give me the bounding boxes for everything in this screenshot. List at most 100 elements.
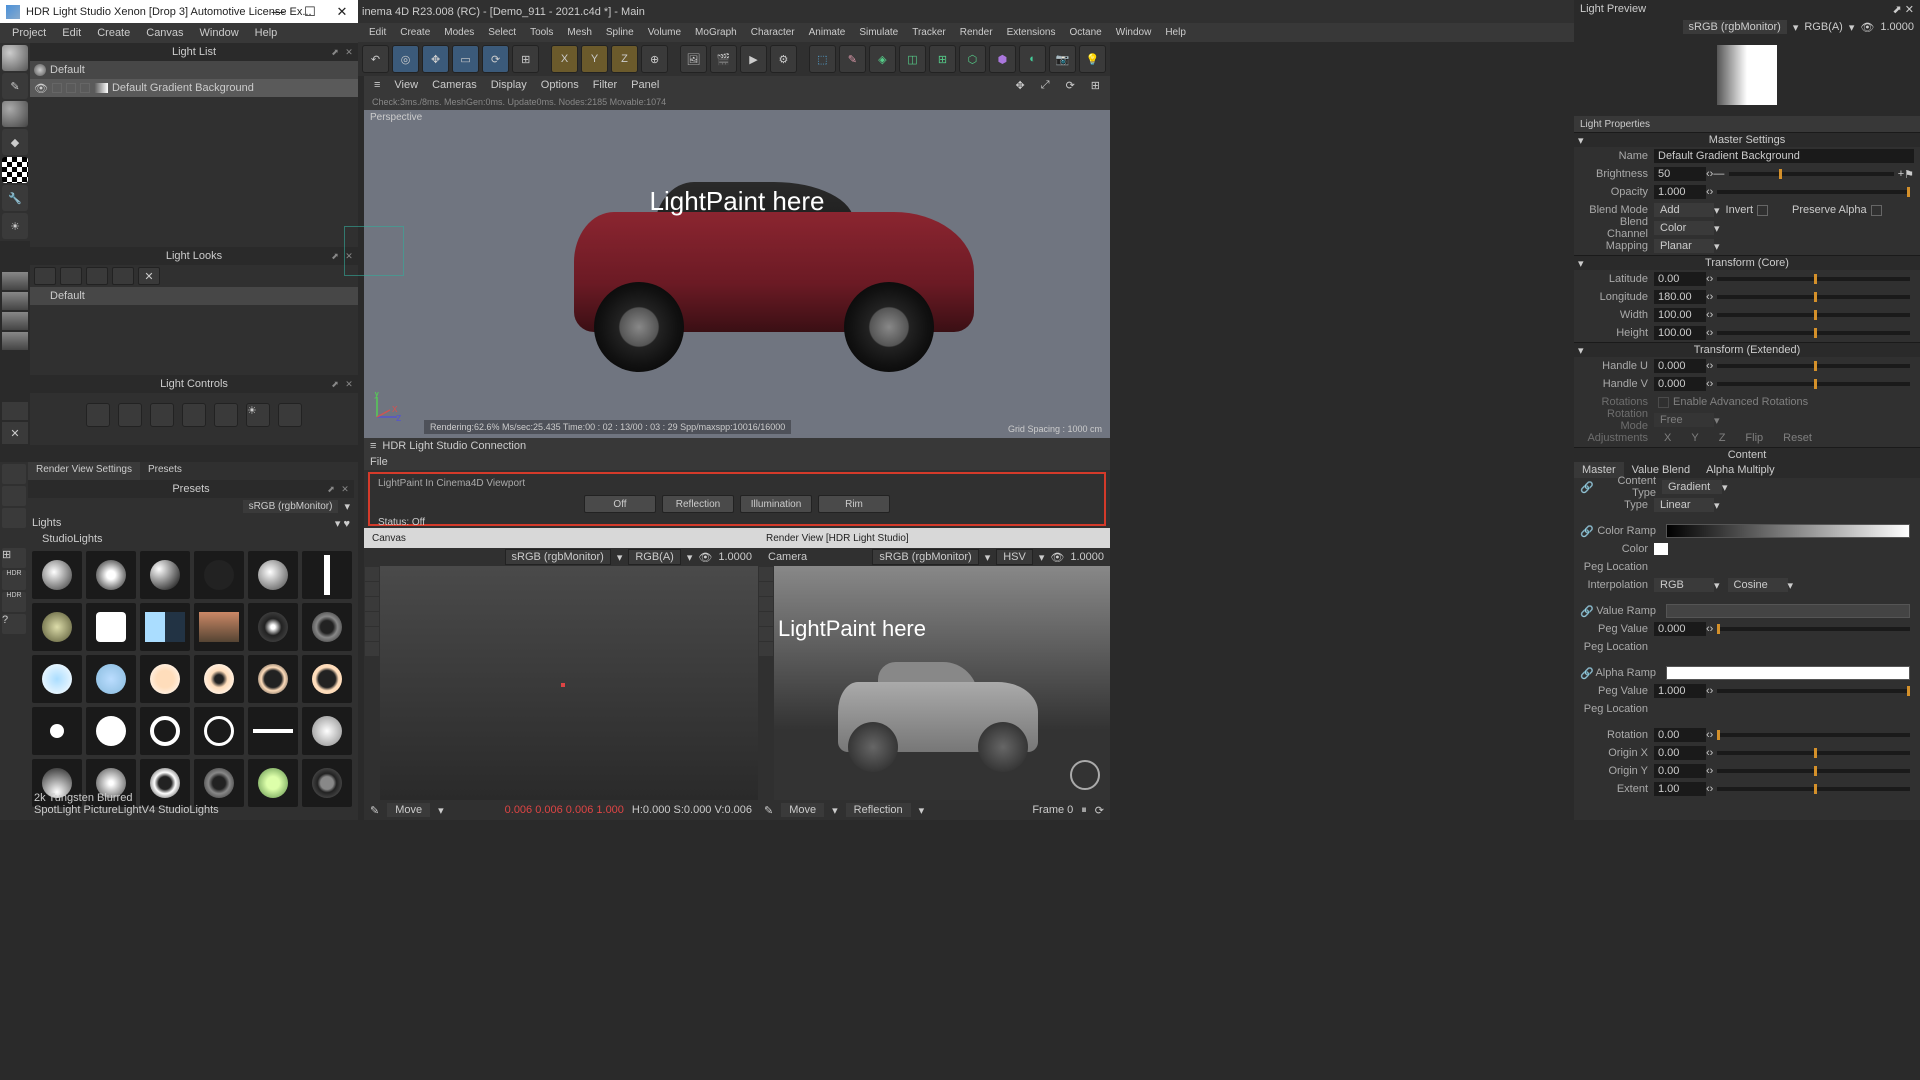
- longitude-field[interactable]: 180.00: [1654, 290, 1706, 304]
- render-view[interactable]: LightPaint here: [758, 566, 1110, 800]
- undo-icon[interactable]: ↶: [362, 45, 389, 73]
- lc-btn-6[interactable]: ☀: [246, 403, 270, 427]
- originx-slider[interactable]: [1717, 751, 1910, 755]
- latitude-slider[interactable]: [1717, 277, 1910, 281]
- lc-btn-2[interactable]: [118, 403, 142, 427]
- live-select-icon[interactable]: ◎: [392, 45, 419, 73]
- vp-move-icon[interactable]: ✥: [1010, 79, 1031, 92]
- preset-tool-1-icon[interactable]: [2, 464, 26, 484]
- preset-tool-2-icon[interactable]: [2, 486, 26, 506]
- vp-filter[interactable]: Filter: [587, 79, 623, 91]
- menu-create[interactable]: Create: [89, 27, 138, 39]
- light-list-item[interactable]: 👁 Default Gradient Background: [30, 79, 358, 97]
- preset-thumb[interactable]: [32, 655, 82, 703]
- preset-thumb[interactable]: [302, 707, 352, 755]
- look-btn-3[interactable]: [86, 267, 108, 285]
- preset-thumb[interactable]: [86, 707, 136, 755]
- minimize-button[interactable]: —: [262, 0, 294, 23]
- undock-icon[interactable]: ⬈: [326, 484, 336, 494]
- menu-octane[interactable]: Octane: [1063, 27, 1109, 38]
- rotation-field[interactable]: 0.00: [1654, 728, 1706, 742]
- pegvalue-field[interactable]: 0.000: [1654, 622, 1706, 636]
- opacity-field[interactable]: 1.000: [1654, 185, 1706, 199]
- value-ramp[interactable]: [1666, 604, 1910, 618]
- rv-tool-4-icon[interactable]: [759, 612, 773, 626]
- preset-thumb[interactable]: [32, 551, 82, 599]
- rv-tool-1-icon[interactable]: [759, 567, 773, 581]
- preset-thumb[interactable]: [86, 655, 136, 703]
- link-icon[interactable]: 🔗: [1580, 481, 1594, 494]
- lp-off-button[interactable]: Off: [584, 495, 656, 513]
- canvas-rgba-dropdown[interactable]: RGB(A): [628, 549, 681, 565]
- x-axis-icon[interactable]: X: [551, 45, 578, 73]
- undock-icon[interactable]: ⬈: [1893, 4, 1902, 16]
- rv-tool-6-icon[interactable]: [759, 642, 773, 656]
- presets-srgb-dropdown[interactable]: sRGB (rgbMonitor): [243, 500, 339, 513]
- menu-window[interactable]: Window: [192, 27, 247, 39]
- sun-icon[interactable]: [1070, 760, 1100, 790]
- handleu-field[interactable]: 0.000: [1654, 359, 1706, 373]
- height-slider[interactable]: [1717, 331, 1910, 335]
- render-region-icon[interactable]: 🎬: [710, 45, 737, 73]
- vp-rotate-icon[interactable]: ⟳: [1060, 79, 1081, 92]
- preset-thumb[interactable]: [302, 551, 352, 599]
- preset-thumb[interactable]: [194, 655, 244, 703]
- height-field[interactable]: 100.00: [1654, 326, 1706, 340]
- preset-thumb[interactable]: [32, 603, 82, 651]
- tool-wrench-icon[interactable]: 🔧: [2, 185, 28, 211]
- preview-srgb-dropdown[interactable]: sRGB (rgbMonitor): [1683, 20, 1787, 34]
- vp-panel[interactable]: Panel: [625, 79, 665, 91]
- preset-thumb[interactable]: [302, 655, 352, 703]
- tree-studiolights[interactable]: StudioLights: [42, 533, 103, 545]
- close-button[interactable]: ✕: [326, 0, 358, 23]
- canvas-view[interactable]: [364, 566, 758, 800]
- alpha-ramp[interactable]: [1666, 666, 1910, 680]
- preset-thumb[interactable]: [248, 551, 298, 599]
- brightness-field[interactable]: 50: [1654, 167, 1706, 181]
- preset-tool-3-icon[interactable]: [2, 508, 26, 528]
- preset-thumb[interactable]: [248, 603, 298, 651]
- lc-btn-1[interactable]: [86, 403, 110, 427]
- render-settings-icon[interactable]: ▶: [740, 45, 767, 73]
- light-icon[interactable]: 💡: [1079, 45, 1106, 73]
- tool-paint-icon[interactable]: ◆: [2, 129, 28, 155]
- preset-tool-4-icon[interactable]: ⊞: [2, 548, 26, 568]
- originx-field[interactable]: 0.00: [1654, 746, 1706, 760]
- look-ico-1[interactable]: [2, 272, 28, 290]
- width-slider[interactable]: [1717, 313, 1910, 317]
- vp-view[interactable]: View: [388, 79, 424, 91]
- menu-volume[interactable]: Volume: [641, 27, 688, 38]
- menu-extensions[interactable]: Extensions: [1000, 27, 1063, 38]
- preset-tool-hdr2-icon[interactable]: HDR: [2, 592, 26, 612]
- menu-edit[interactable]: Edit: [54, 27, 89, 39]
- move-icon[interactable]: ✥: [422, 45, 449, 73]
- env-icon[interactable]: ◐: [1019, 45, 1046, 73]
- preview-rgba-dropdown[interactable]: RGB(A): [1804, 21, 1843, 33]
- preset-thumb[interactable]: [140, 707, 190, 755]
- menu-create[interactable]: Create: [393, 27, 437, 38]
- light-look-default[interactable]: Default: [30, 287, 358, 305]
- menu-canvas[interactable]: Canvas: [138, 27, 191, 39]
- lc-ico-x[interactable]: ✕: [2, 422, 28, 444]
- lc-btn-5[interactable]: [214, 403, 238, 427]
- light-list-default[interactable]: Default: [30, 61, 358, 79]
- interp2-dropdown[interactable]: Cosine: [1728, 578, 1788, 592]
- look-ico-3[interactable]: [2, 312, 28, 330]
- contenttype-dropdown[interactable]: Gradient: [1662, 480, 1722, 494]
- preset-tool-help-icon[interactable]: ?: [2, 614, 26, 634]
- lp-illumination-button[interactable]: Illumination: [740, 495, 812, 513]
- width-field[interactable]: 100.00: [1654, 308, 1706, 322]
- opacity-slider[interactable]: [1717, 190, 1910, 194]
- preset-thumb[interactable]: [86, 551, 136, 599]
- name-field[interactable]: Default Gradient Background: [1654, 149, 1914, 163]
- preset-thumb[interactable]: [140, 655, 190, 703]
- pause-icon[interactable]: ⏸: [1081, 804, 1087, 817]
- render-icon[interactable]: 🖼: [680, 45, 707, 73]
- menu-help[interactable]: Help: [247, 27, 286, 39]
- canvas-srgb-dropdown[interactable]: sRGB (rgbMonitor): [505, 549, 611, 565]
- vp-display[interactable]: Display: [485, 79, 533, 91]
- preset-thumb[interactable]: [248, 655, 298, 703]
- z-axis-icon[interactable]: Z: [611, 45, 638, 73]
- close-icon[interactable]: ✕: [344, 47, 354, 57]
- tool-sphere-icon[interactable]: [2, 45, 28, 71]
